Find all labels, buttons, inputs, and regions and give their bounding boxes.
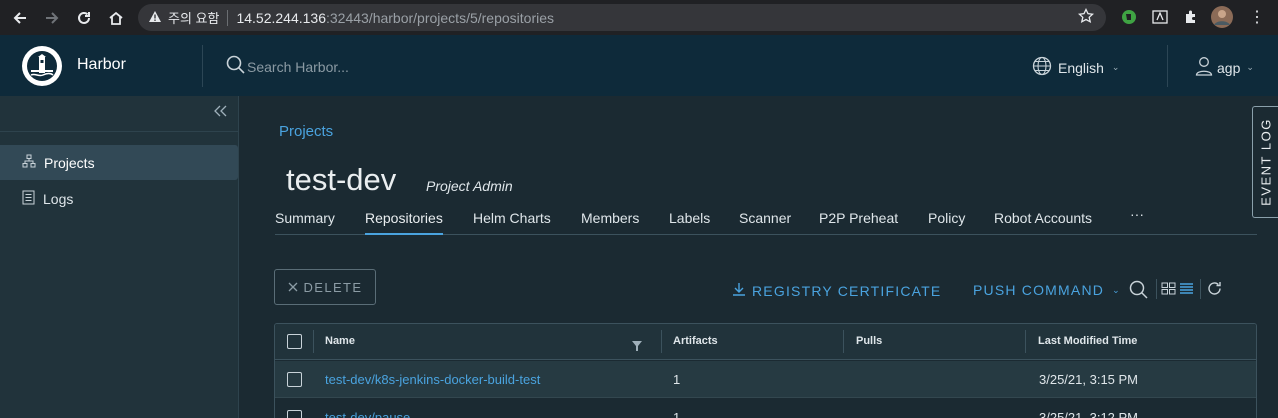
header-divider — [1167, 45, 1168, 87]
last-modified-time: 3/25/21, 3:15 PM — [1039, 372, 1139, 387]
username: agp — [1217, 59, 1241, 76]
select-all-checkbox[interactable] — [287, 334, 302, 349]
chevron-down-icon: ⌄ — [1112, 284, 1121, 295]
table-header: Name Artifacts Pulls Last Modified Time — [275, 324, 1256, 360]
app-header: Harbor English ⌄ agp ⌄ — [0, 35, 1278, 96]
filter-icon[interactable] — [632, 338, 642, 356]
toolbar-divider — [1156, 279, 1157, 299]
tab-summary[interactable]: Summary — [275, 210, 335, 235]
table-row[interactable]: test-dev/pause 1 3/25/21, 3:12 PM — [275, 399, 1256, 418]
tab-robot-accounts[interactable]: Robot Accounts — [994, 210, 1092, 235]
warning-icon[interactable] — [148, 10, 162, 26]
language-selector[interactable]: English ⌄ — [1032, 56, 1119, 79]
url-path: :32443/harbor/projects/5/repositories — [325, 9, 555, 26]
chevron-down-icon: ⌄ — [1111, 62, 1120, 72]
harbor-logo[interactable] — [22, 46, 62, 86]
column-divider — [1025, 330, 1026, 353]
card-view-icon[interactable] — [1161, 282, 1176, 300]
column-header-name[interactable]: Name — [325, 335, 355, 347]
repository-name-link[interactable]: test-dev/pause — [325, 410, 410, 418]
download-icon — [732, 282, 746, 299]
projects-icon — [22, 154, 36, 171]
repository-name-link[interactable]: test-dev/k8s-jenkins-docker-build-test — [325, 372, 540, 387]
browser-menu-icon[interactable]: ⋮ — [1245, 5, 1269, 29]
forward-icon[interactable] — [37, 3, 67, 33]
toolbar-divider — [1200, 279, 1201, 299]
search-icon[interactable] — [1129, 280, 1148, 304]
breadcrumb[interactable]: Projects — [279, 123, 333, 140]
delete-button[interactable]: DELETE — [274, 269, 376, 305]
logs-icon — [22, 190, 35, 208]
column-header-artifacts[interactable]: Artifacts — [673, 335, 718, 347]
extensions-puzzle-icon[interactable] — [1179, 5, 1203, 29]
search-icon — [226, 55, 245, 79]
column-divider — [843, 330, 844, 353]
registry-certificate-button[interactable]: REGISTRY CERTIFICATE — [732, 282, 941, 299]
repositories-table: Name Artifacts Pulls Last Modified Time … — [274, 323, 1257, 418]
column-divider — [661, 330, 662, 353]
bookmark-star-icon[interactable] — [1077, 7, 1095, 29]
sidebar: Projects Logs — [0, 96, 239, 418]
tab-members[interactable]: Members — [581, 210, 639, 235]
globe-icon — [1032, 56, 1052, 79]
header-divider — [202, 45, 203, 87]
tab-repositories[interactable]: Repositories — [365, 210, 443, 235]
reload-icon[interactable] — [69, 3, 99, 33]
security-label[interactable]: 주의 요함 — [168, 8, 219, 27]
close-icon — [288, 280, 298, 295]
table-row[interactable]: test-dev/k8s-jenkins-docker-build-test 1… — [275, 361, 1256, 398]
search-input[interactable] — [247, 59, 547, 75]
column-header-last-modified[interactable]: Last Modified Time — [1038, 335, 1137, 347]
sidebar-item-label: Projects — [44, 154, 95, 171]
project-tabs: Summary Repositories Helm Charts Members… — [275, 206, 1257, 235]
url-host: 14.52.244.136 — [236, 9, 326, 26]
sidebar-item-projects[interactable]: Projects — [0, 145, 238, 180]
more-tabs-ellipsis[interactable]: ··· — [1130, 206, 1144, 231]
user-icon — [1195, 56, 1213, 79]
push-command-label: PUSH COMMAND — [973, 282, 1105, 298]
sidebar-item-label: Logs — [43, 190, 74, 207]
sidebar-item-logs[interactable]: Logs — [0, 181, 238, 216]
global-search[interactable] — [226, 55, 547, 79]
last-modified-time: 3/25/21, 3:12 PM — [1039, 410, 1139, 418]
profile-avatar[interactable] — [1210, 5, 1234, 29]
address-separator — [227, 9, 229, 26]
chevron-down-icon: ⌄ — [1246, 62, 1254, 72]
browser-toolbar: 주의 요함 14.52.244.136 :32443/harbor/projec… — [0, 0, 1278, 35]
language-label: English — [1058, 59, 1104, 76]
artifacts-count: 1 — [673, 410, 681, 418]
artifacts-count: 1 — [673, 372, 681, 387]
back-icon[interactable] — [5, 3, 35, 33]
tab-p2p-preheat[interactable]: P2P Preheat — [819, 210, 898, 235]
event-log-label: EVENT LOG — [1258, 118, 1273, 206]
row-checkbox[interactable] — [287, 410, 302, 418]
list-view-icon[interactable] — [1179, 282, 1194, 300]
address-bar[interactable]: 주의 요함 14.52.244.136 :32443/harbor/projec… — [138, 4, 1106, 31]
page-title: test-dev — [286, 162, 397, 197]
project-role: Project Admin — [426, 178, 513, 194]
tab-labels[interactable]: Labels — [669, 210, 710, 235]
column-divider — [313, 330, 314, 353]
column-header-pulls[interactable]: Pulls — [856, 335, 882, 347]
row-checkbox[interactable] — [287, 372, 302, 387]
home-icon[interactable] — [101, 3, 131, 33]
push-command-dropdown[interactable]: PUSH COMMAND ⌄ — [973, 282, 1121, 298]
app-brand[interactable]: Harbor — [77, 56, 126, 74]
tab-policy[interactable]: Policy — [928, 210, 965, 235]
tab-helm-charts[interactable]: Helm Charts — [473, 210, 551, 235]
tab-scanner[interactable]: Scanner — [739, 210, 791, 235]
delete-label: DELETE — [303, 279, 363, 295]
main-content: Projects test-dev Project Admin Summary … — [239, 96, 1278, 418]
user-menu[interactable]: agp ⌄ — [1195, 56, 1254, 79]
collapse-sidebar-icon[interactable] — [214, 104, 227, 121]
sidebar-collapse-bar — [0, 96, 239, 132]
refresh-icon[interactable] — [1206, 280, 1223, 302]
registry-certificate-label: REGISTRY CERTIFICATE — [752, 282, 942, 299]
text-extension-icon[interactable] — [1148, 5, 1172, 29]
event-log-tab[interactable]: EVENT LOG — [1252, 106, 1278, 218]
evernote-extension-icon[interactable] — [1117, 5, 1141, 29]
